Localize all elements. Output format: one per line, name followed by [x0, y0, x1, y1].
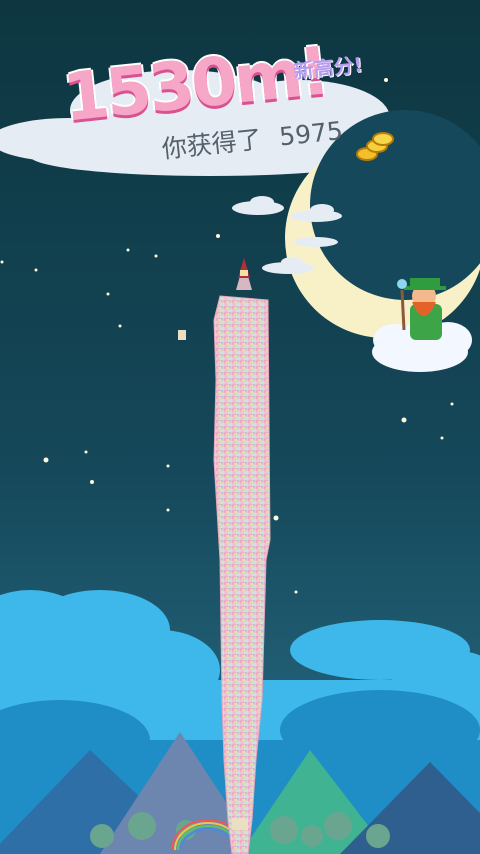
coin-stack-icon: [356, 132, 394, 161]
coins-amount: 5975: [277, 115, 345, 152]
